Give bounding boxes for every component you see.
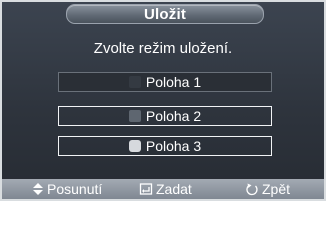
nav-enter[interactable]: Zadat	[139, 181, 192, 197]
option-position-3[interactable]: Poloha 3	[58, 136, 272, 156]
option-position-2[interactable]: Poloha 2	[58, 106, 272, 126]
slot-empty-icon	[128, 76, 141, 88]
slot-selected-icon	[128, 140, 141, 152]
option-position-1[interactable]: Poloha 1	[58, 72, 272, 92]
return-icon	[245, 182, 259, 196]
save-dialog: Uložit Zvolte režim uložení. Poloha 1 Po…	[0, 0, 326, 201]
slot-filled-icon	[128, 110, 141, 122]
dialog-prompt: Zvolte režim uložení.	[93, 40, 233, 57]
nav-back[interactable]: Zpět	[245, 181, 290, 197]
nav-move-label: Posunutí	[47, 181, 103, 197]
dialog-title: Uložit	[143, 5, 187, 23]
nav-enter-label: Zadat	[156, 181, 192, 197]
option-label: Poloha 3	[145, 138, 202, 154]
nav-move[interactable]: Posunutí	[32, 181, 102, 197]
option-label: Poloha 2	[145, 108, 202, 124]
option-label: Poloha 1	[145, 74, 202, 90]
nav-back-label: Zpět	[262, 181, 291, 197]
enter-icon	[139, 182, 153, 196]
up-down-arrows-icon	[32, 182, 44, 196]
dialog-title-tab: Uložit	[66, 4, 264, 24]
navigation-bar: Posunutí Zadat Zpět	[2, 179, 324, 199]
